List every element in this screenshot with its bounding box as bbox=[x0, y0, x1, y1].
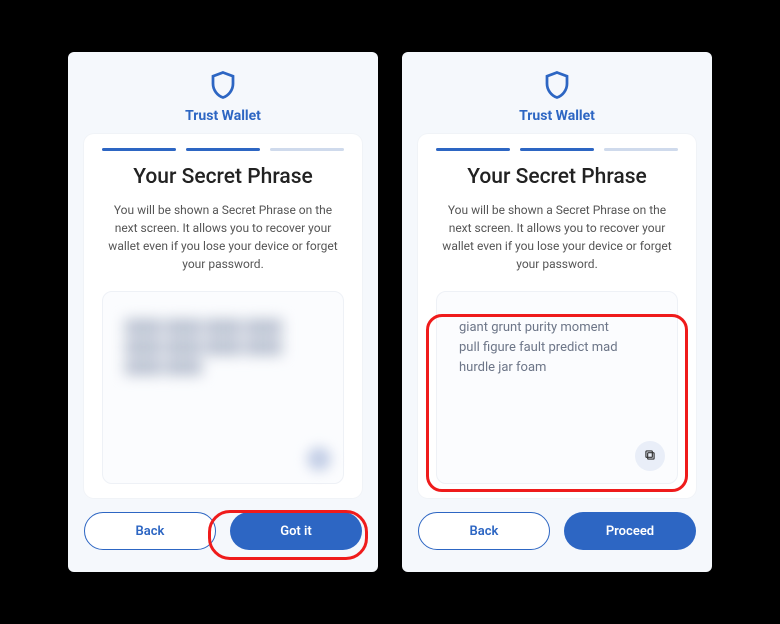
page-description: You will be shown a Secret Phrase on the… bbox=[436, 201, 678, 273]
brand-name: Trust Wallet bbox=[519, 108, 595, 124]
copy-icon bbox=[643, 447, 657, 466]
progress-indicator bbox=[102, 148, 344, 151]
card: Your Secret Phrase You will be shown a S… bbox=[84, 134, 362, 498]
card: Your Secret Phrase You will be shown a S… bbox=[418, 134, 696, 498]
blur-corner-dot bbox=[307, 447, 331, 471]
screen-left: Trust Wallet Your Secret Phrase You will… bbox=[68, 52, 378, 572]
brand-block: Trust Wallet bbox=[519, 70, 595, 124]
shield-icon bbox=[542, 70, 572, 104]
got-it-button[interactable]: Got it bbox=[230, 512, 362, 550]
brand-block: Trust Wallet bbox=[185, 70, 261, 124]
action-row: Back Got it bbox=[84, 512, 362, 550]
back-button[interactable]: Back bbox=[418, 512, 550, 550]
screen-right: Trust Wallet Your Secret Phrase You will… bbox=[402, 52, 712, 572]
action-row: Back Proceed bbox=[418, 512, 696, 550]
shield-icon bbox=[208, 70, 238, 104]
page-title: Your Secret Phrase bbox=[436, 165, 678, 189]
progress-indicator bbox=[436, 148, 678, 151]
copy-button[interactable] bbox=[635, 441, 665, 471]
back-button[interactable]: Back bbox=[84, 512, 216, 550]
secret-phrase-box: giant grunt purity moment pull figure fa… bbox=[436, 291, 678, 484]
proceed-button[interactable]: Proceed bbox=[564, 512, 696, 550]
secret-phrase-box-blurred: ████ ████ ████ ████████ ████ ████ ██████… bbox=[102, 291, 344, 484]
page-description: You will be shown a Secret Phrase on the… bbox=[102, 201, 344, 273]
secret-phrase-placeholder: ████ ████ ████ ████████ ████ ████ ██████… bbox=[125, 318, 321, 378]
brand-name: Trust Wallet bbox=[185, 108, 261, 124]
secret-phrase-text: giant grunt purity moment pull figure fa… bbox=[459, 318, 655, 378]
page-title: Your Secret Phrase bbox=[102, 165, 344, 189]
